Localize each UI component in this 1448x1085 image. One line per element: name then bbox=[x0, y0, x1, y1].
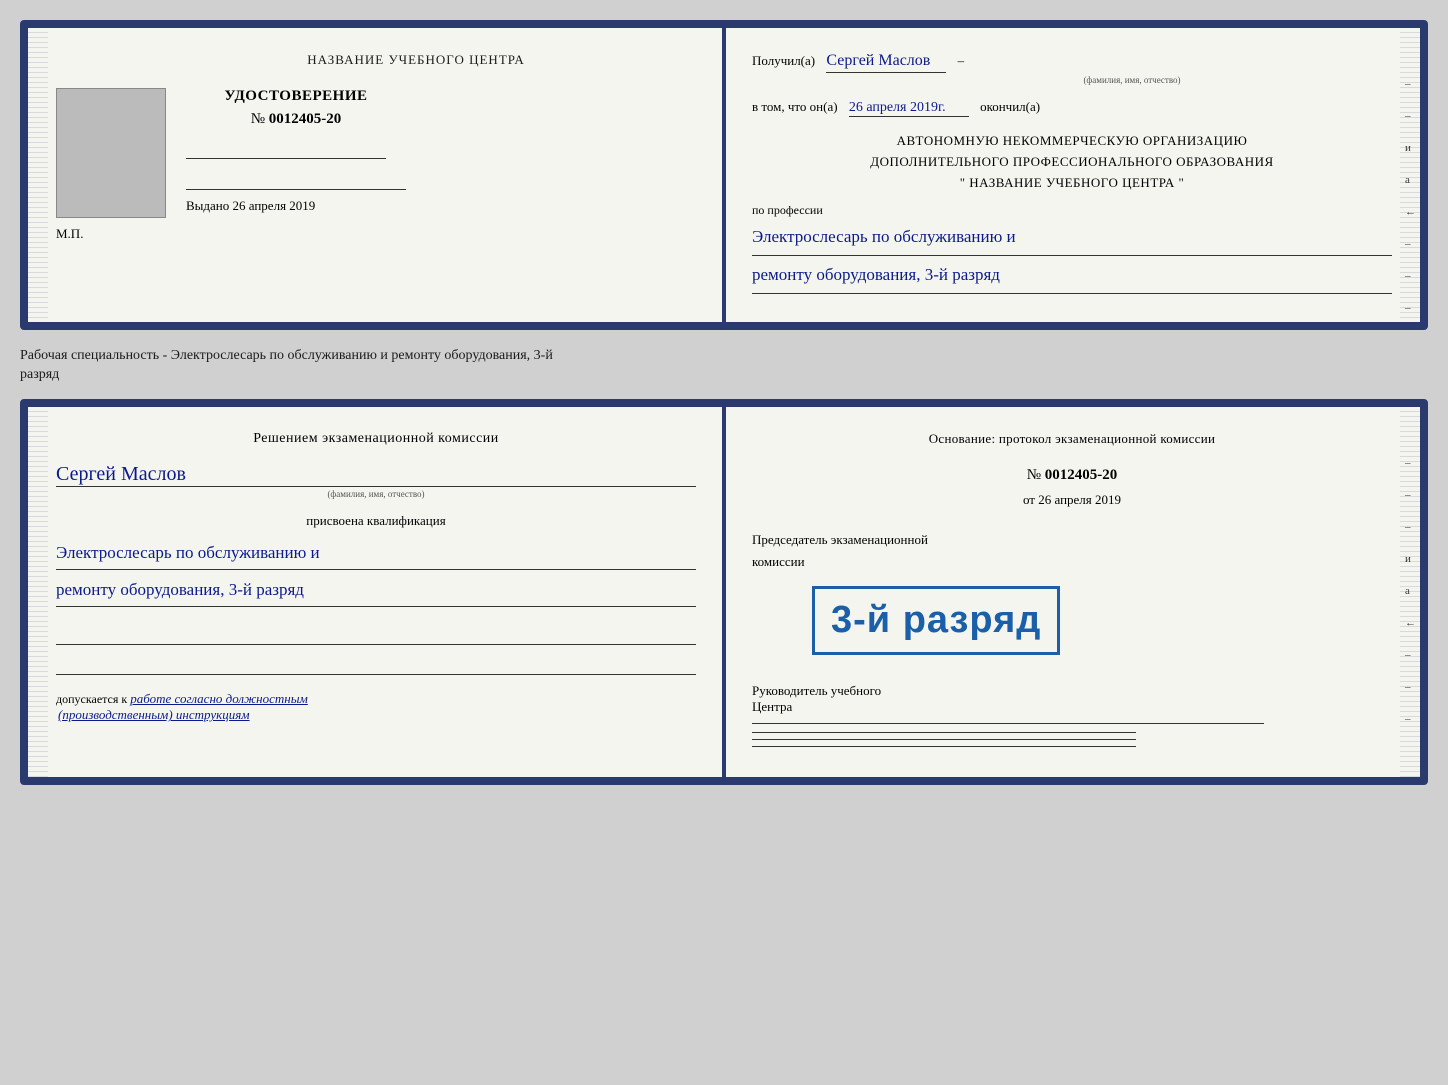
center-title-top: НАЗВАНИЕ УЧЕБНОГО ЦЕНТРА bbox=[136, 52, 696, 68]
komissii-label: комиссии bbox=[752, 554, 1392, 570]
fio-handwritten-top: Сергей Маслов bbox=[826, 52, 946, 73]
between-label: Рабочая специальность - Электрослесарь п… bbox=[20, 342, 1428, 387]
okonchill: окончил(а) bbox=[980, 99, 1040, 114]
dopuskaetsya-prefix: допускается к bbox=[56, 692, 127, 706]
profession-line2: ремонту оборудования, 3-й разряд bbox=[752, 260, 1392, 294]
received-label: Получил(а) bbox=[752, 53, 815, 68]
prisvoena-line: присвоена квалификация bbox=[56, 513, 696, 529]
proto-date: от 26 апреля 2019 bbox=[752, 492, 1392, 508]
profession-line1: Электрослесарь по обслуживанию и bbox=[752, 222, 1392, 256]
qual-line2: ремонту оборудования, 3-й разряд bbox=[56, 574, 696, 607]
fio-section: Сергей Маслов (фамилия, имя, отчество) bbox=[56, 463, 696, 499]
qualification-block: Электрослесарь по обслуживанию и ремонту… bbox=[56, 537, 696, 608]
doc-right-bottom: – – – и а ← – – – Основание: протокол эк… bbox=[724, 407, 1420, 777]
org-name: НАЗВАНИЕ УЧЕБНОГО ЦЕНТРА bbox=[969, 175, 1174, 190]
osnovanie-title: Основание: протокол экзаменационной коми… bbox=[752, 431, 1392, 447]
fio-subtitle-top: (фамилия, имя, отчество) bbox=[872, 75, 1392, 85]
edge-letters-bottom: – – – и а ← – – – bbox=[1405, 457, 1416, 725]
centra-label: Центра bbox=[752, 699, 1392, 715]
stamp-box: 3-й разряд bbox=[812, 586, 1060, 655]
org-name-line: " НАЗВАНИЕ УЧЕБНОГО ЦЕНТРА " bbox=[752, 173, 1392, 194]
dopuskaetsya-val2: (производственным) инструкциям bbox=[58, 707, 250, 722]
vtom-date: 26 апреля 2019г. bbox=[849, 100, 969, 117]
small-line-1 bbox=[752, 732, 1136, 733]
dopuskaetsya-section: допускается к работе согласно должностны… bbox=[56, 691, 696, 723]
org-quote-close: " bbox=[1178, 175, 1184, 190]
document-card-top: НАЗВАНИЕ УЧЕБНОГО ЦЕНТРА УДОСТОВЕРЕНИЕ №… bbox=[20, 20, 1428, 330]
cert-title: УДОСТОВЕРЕНИЕ bbox=[186, 88, 406, 105]
org-line1: АВТОНОМНУЮ НЕКОММЕРЧЕСКУЮ ОРГАНИЗАЦИЮ bbox=[752, 131, 1392, 152]
vtom-line: в том, что он(а) 26 апреля 2019г. окончи… bbox=[752, 99, 1392, 117]
h-line-1 bbox=[752, 723, 1264, 724]
vtom-prefix: в том, что он(а) bbox=[752, 99, 838, 114]
fio-handwritten-bottom: Сергей Маслов bbox=[56, 463, 696, 487]
fio-subtitle-bottom: (фамилия, имя, отчество) bbox=[56, 489, 696, 499]
doc-left-top: НАЗВАНИЕ УЧЕБНОГО ЦЕНТРА УДОСТОВЕРЕНИЕ №… bbox=[28, 28, 724, 322]
photo-placeholder bbox=[56, 88, 166, 218]
proto-no-value: 0012405-20 bbox=[1045, 467, 1118, 483]
received-line: Получил(а) Сергей Маслов – (фамилия, имя… bbox=[752, 52, 1392, 85]
signature-lines bbox=[56, 625, 696, 675]
dash-top: – bbox=[958, 53, 965, 68]
small-line-2 bbox=[752, 739, 1136, 740]
cert-info-block: УДОСТОВЕРЕНИЕ № 0012405-20 Выдано 26 апр… bbox=[186, 88, 406, 214]
org-line2: ДОПОЛНИТЕЛЬНОГО ПРОФЕССИОНАЛЬНОГО ОБРАЗО… bbox=[752, 152, 1392, 173]
proto-no-prefix: № bbox=[1027, 467, 1041, 483]
ot-prefix: от bbox=[1023, 492, 1035, 507]
cert-number: № 0012405-20 bbox=[186, 111, 406, 128]
left-col-title: Решением экзаменационной комиссии bbox=[56, 431, 696, 447]
profession-block: Электрослесарь по обслуживанию и ремонту… bbox=[752, 222, 1392, 293]
stamp-text: 3-й разряд bbox=[831, 599, 1041, 641]
document-card-bottom: Решением экзаменационной комиссии Сергей… bbox=[20, 399, 1428, 785]
predsedatel-label: Председатель экзаменационной bbox=[752, 532, 1392, 548]
qual-line1: Электрослесарь по обслуживанию и bbox=[56, 537, 696, 570]
cert-no-value: 0012405-20 bbox=[269, 111, 342, 127]
cert-no-prefix: № bbox=[251, 111, 265, 127]
org-text: АВТОНОМНУЮ НЕКОММЕРЧЕСКУЮ ОРГАНИЗАЦИЮ ДО… bbox=[752, 131, 1392, 193]
doc-left-bottom: Решением экзаменационной комиссии Сергей… bbox=[28, 407, 724, 777]
cert-issued: Выдано 26 апреля 2019 bbox=[186, 189, 406, 214]
between-line2: разряд bbox=[20, 365, 1428, 385]
org-quote-open: " bbox=[960, 175, 966, 190]
rukovoditel: Руководитель учебного Центра bbox=[752, 683, 1392, 715]
rukovoditel-label: Руководитель учебного bbox=[752, 683, 1392, 699]
sig-line-1 bbox=[56, 625, 696, 645]
between-line1: Рабочая специальность - Электрослесарь п… bbox=[20, 346, 1428, 366]
issued-date: 26 апреля 2019 bbox=[233, 198, 316, 213]
issued-label: Выдано bbox=[186, 198, 229, 213]
proto-number: № 0012405-20 bbox=[752, 467, 1392, 484]
dopuskaetsya-val: работе согласно должностным bbox=[130, 691, 308, 706]
page-wrapper: НАЗВАНИЕ УЧЕБНОГО ЦЕНТРА УДОСТОВЕРЕНИЕ №… bbox=[20, 20, 1428, 785]
sig-line-2 bbox=[56, 655, 696, 675]
doc-right-top: – – и а ← – – – – Получил(а) Сергей Масл… bbox=[724, 28, 1420, 322]
mp-label: М.П. bbox=[56, 226, 696, 242]
po-professii: по профессии bbox=[752, 203, 1392, 218]
ot-date: 26 апреля 2019 bbox=[1038, 492, 1121, 507]
edge-letters-top: – – и а ← – – – – bbox=[1405, 78, 1416, 330]
small-line-3 bbox=[752, 746, 1136, 747]
